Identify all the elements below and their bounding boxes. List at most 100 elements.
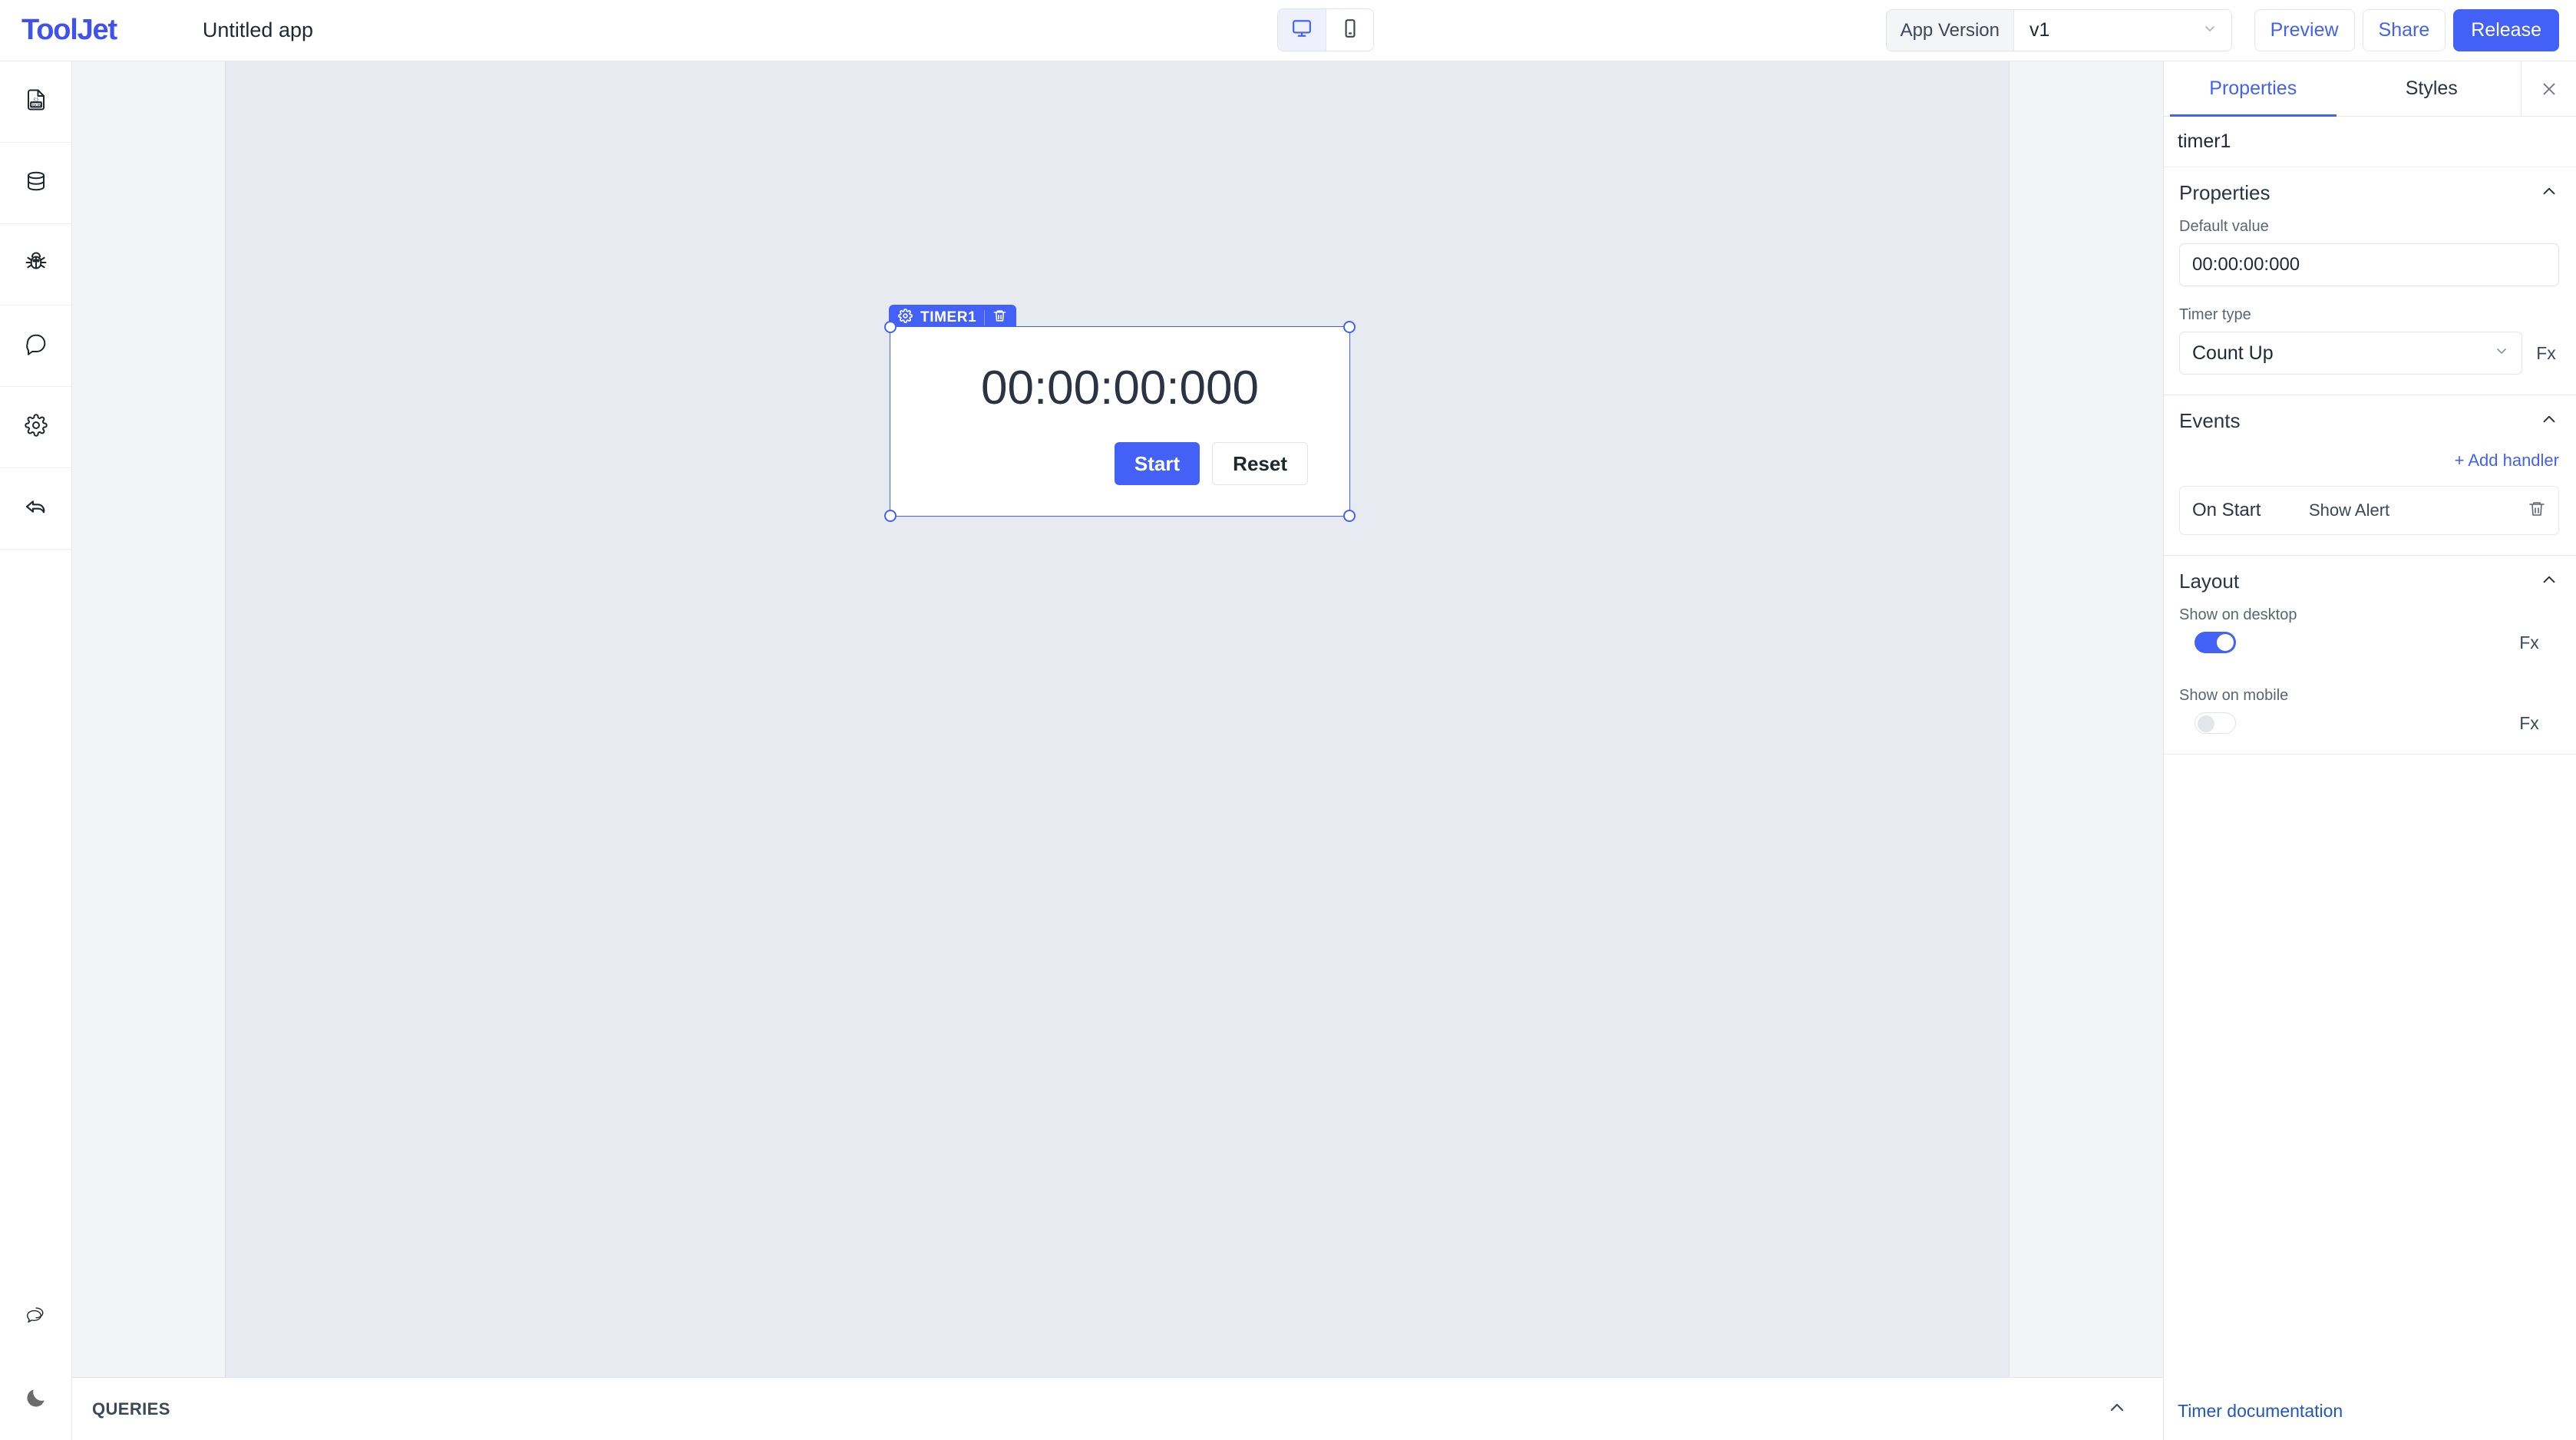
- tab-styles[interactable]: Styles: [2343, 61, 2522, 116]
- tab-properties[interactable]: Properties: [2164, 61, 2343, 117]
- show-on-desktop-toggle[interactable]: [2195, 632, 2236, 653]
- section-events: Events + Add handler On Start Show Alert: [2164, 395, 2576, 556]
- app-version-group: App Version v1: [1885, 9, 2232, 51]
- undo-arrow-icon: [24, 494, 48, 523]
- timer-reset-button[interactable]: Reset: [1212, 442, 1308, 485]
- comment-bubble-icon: [25, 332, 48, 359]
- app-title[interactable]: Untitled app: [203, 18, 313, 42]
- badge-divider: [984, 310, 986, 325]
- field-default-value: Default value: [2164, 218, 2576, 286]
- sidebar-item-data-sources[interactable]: [0, 143, 71, 224]
- timer-widget-wrapper: TIMER1 00:00:00:000 Start Reset: [884, 305, 1356, 522]
- event-name: On Start: [2192, 500, 2261, 520]
- chevron-up-icon[interactable]: [2539, 409, 2559, 433]
- tooljet-app-builder: ToolJet Untitled app App Version v1 Prev…: [0, 0, 2576, 1440]
- sidebar-item-debugger[interactable]: [0, 224, 71, 306]
- section-properties-header[interactable]: Properties: [2164, 167, 2576, 218]
- database-icon: [25, 170, 48, 197]
- mobile-view-button[interactable]: [1326, 9, 1373, 51]
- timer-display: 00:00:00:000: [980, 362, 1259, 414]
- field-show-on-mobile: Show on mobile Fx: [2164, 687, 2576, 734]
- moon-icon: [24, 1386, 48, 1414]
- chat-bubbles-icon: [25, 1305, 48, 1332]
- close-icon[interactable]: [2521, 61, 2576, 116]
- field-show-on-desktop: Show on desktop Fx: [2164, 606, 2576, 653]
- toggle-knob: [2198, 715, 2214, 732]
- mobile-phone-icon: [1340, 18, 1360, 42]
- desktop-view-button[interactable]: [1278, 9, 1326, 51]
- left-sidebar-rail: {;} JSON: [0, 61, 72, 1440]
- panel-tabs: Properties Styles: [2164, 61, 2576, 117]
- trash-icon[interactable]: [992, 309, 1007, 327]
- desktop-monitor-icon: [1292, 18, 1312, 42]
- chevron-up-icon[interactable]: [2539, 570, 2559, 593]
- app-canvas[interactable]: TIMER1 00:00:00:000 Start Reset: [225, 61, 2010, 1377]
- section-layout: Layout Show on desktop Fx Show on mobile: [2164, 556, 2576, 755]
- svg-text:JSON: JSON: [31, 103, 41, 107]
- workspace: TIMER1 00:00:00:000 Start Reset: [72, 61, 2163, 1377]
- trash-icon[interactable]: [2528, 500, 2546, 522]
- timer-type-select[interactable]: Count Up: [2179, 332, 2522, 375]
- show-on-desktop-label: Show on desktop: [2179, 606, 2297, 623]
- preview-button[interactable]: Preview: [2254, 9, 2355, 51]
- component-name[interactable]: timer1: [2164, 117, 2576, 167]
- toggle-knob: [2217, 634, 2234, 651]
- show-on-mobile-fx-button[interactable]: Fx: [2516, 713, 2542, 734]
- resize-handle-top-left[interactable]: [884, 321, 897, 333]
- sidebar-item-settings[interactable]: [0, 387, 71, 468]
- timer-start-button[interactable]: Start: [1114, 442, 1200, 485]
- section-properties-title: Properties: [2179, 180, 2271, 204]
- chevron-up-icon[interactable]: [2106, 1396, 2128, 1422]
- show-on-desktop-fx-button[interactable]: Fx: [2516, 632, 2542, 653]
- resize-handle-bottom-left[interactable]: [884, 510, 897, 522]
- field-timer-type: Timer type Count Up Fx: [2164, 306, 2576, 375]
- bug-icon: [25, 251, 48, 278]
- resize-handle-bottom-right[interactable]: [1343, 510, 1356, 522]
- app-version-value: v1: [2029, 19, 2050, 41]
- event-handler-row[interactable]: On Start Show Alert: [2179, 486, 2559, 535]
- timer-type-value: Count Up: [2192, 342, 2274, 364]
- section-layout-header[interactable]: Layout: [2164, 556, 2576, 606]
- timer-controls: Start Reset: [1114, 442, 1308, 485]
- sidebar-item-comments[interactable]: [0, 306, 71, 387]
- json-file-icon: {;} JSON: [25, 88, 48, 115]
- default-value-input[interactable]: [2179, 243, 2559, 286]
- top-actions: Preview Share Release: [2254, 9, 2559, 51]
- timer-widget[interactable]: 00:00:00:000 Start Reset: [884, 321, 1356, 522]
- app-version-select[interactable]: v1: [2013, 10, 2231, 51]
- timer-type-label: Timer type: [2179, 306, 2251, 323]
- sidebar-item-dark-mode-toggle[interactable]: [0, 1359, 72, 1440]
- panel-footer: Timer documentation: [2164, 1382, 2576, 1440]
- left-sidebar-bottom: [0, 1277, 72, 1440]
- sidebar-item-left-sidebar-toggle[interactable]: [0, 468, 71, 550]
- section-properties: Properties Default value Timer type Coun…: [2164, 167, 2576, 395]
- resize-handle-top-right[interactable]: [1343, 321, 1356, 333]
- show-on-mobile-toggle[interactable]: [2195, 712, 2236, 734]
- default-value-label: Default value: [2179, 218, 2269, 235]
- gear-icon[interactable]: [897, 308, 913, 327]
- tooljet-logo[interactable]: ToolJet: [21, 14, 117, 47]
- gear-icon: [24, 414, 48, 441]
- add-handler-button[interactable]: + Add handler: [2164, 451, 2576, 471]
- section-events-header[interactable]: Events: [2164, 395, 2576, 446]
- queries-panel[interactable]: QUERIES: [72, 1377, 2163, 1440]
- release-button[interactable]: Release: [2453, 9, 2559, 51]
- viewport-switch: [1277, 8, 1374, 51]
- sidebar-item-support-chat[interactable]: [0, 1277, 72, 1359]
- share-button[interactable]: Share: [2362, 9, 2446, 51]
- show-on-mobile-label: Show on mobile: [2179, 687, 2289, 704]
- section-events-title: Events: [2179, 408, 2241, 432]
- chevron-down-icon: [2494, 342, 2509, 365]
- queries-label: QUERIES: [92, 1399, 170, 1419]
- section-layout-title: Layout: [2179, 569, 2240, 593]
- chevron-up-icon[interactable]: [2539, 181, 2559, 205]
- inspector-panel: Properties Styles timer1 Properties Defa…: [2163, 61, 2576, 1440]
- timer-documentation-link[interactable]: Timer documentation: [2178, 1401, 2343, 1422]
- widget-badge-label: TIMER1: [920, 309, 977, 325]
- app-version-label: App Version: [1886, 10, 2013, 51]
- sidebar-item-page-inspector[interactable]: {;} JSON: [0, 61, 71, 143]
- event-action: Show Alert: [2309, 500, 2390, 520]
- timer-type-fx-button[interactable]: Fx: [2533, 343, 2559, 364]
- chevron-down-icon: [2202, 19, 2218, 41]
- top-bar: ToolJet Untitled app App Version v1 Prev…: [0, 0, 2576, 61]
